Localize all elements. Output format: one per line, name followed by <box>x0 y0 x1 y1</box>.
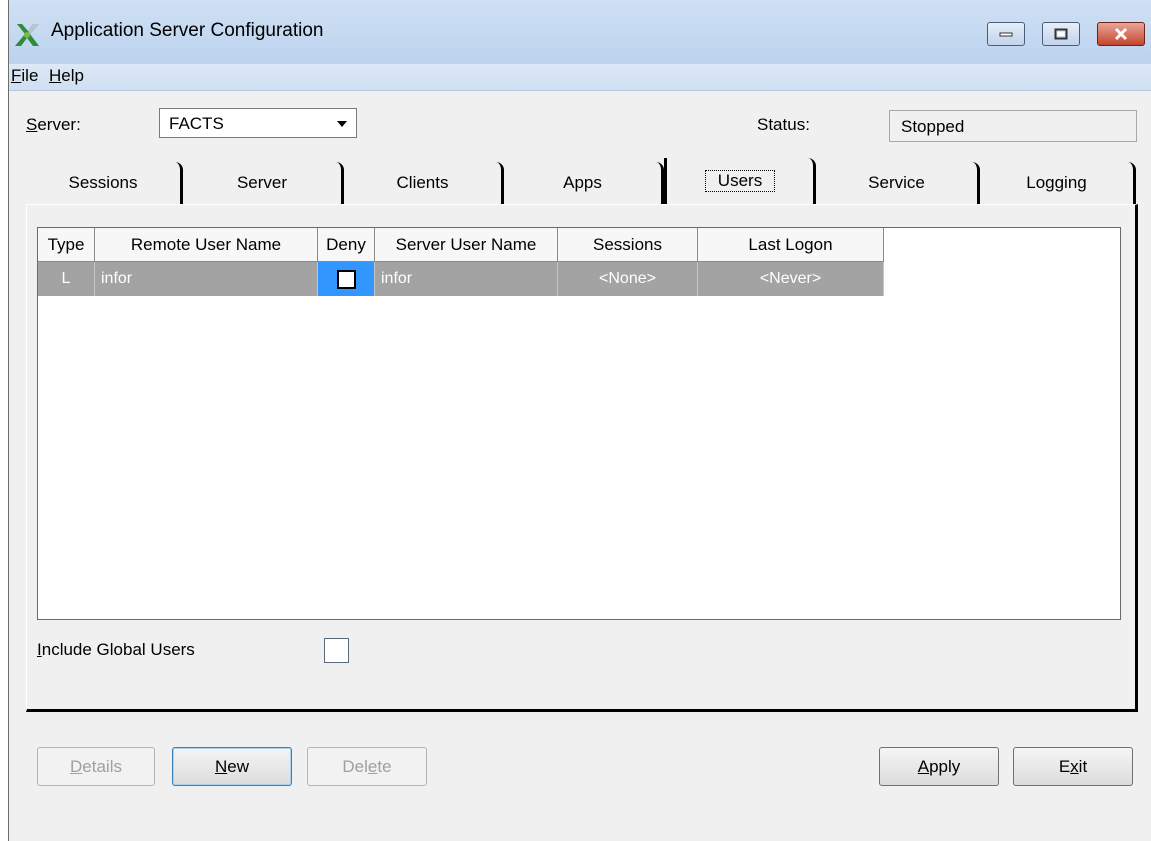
tab-users-label: Users <box>704 170 776 192</box>
tab-clients[interactable]: Clients <box>344 162 504 204</box>
exit-label-post: it <box>1078 756 1088 776</box>
menu-file[interactable]: File <box>7 66 42 86</box>
column-header-remote-user-name[interactable]: Remote User Name <box>95 228 318 262</box>
tab-users[interactable]: Users <box>664 158 816 204</box>
users-grid[interactable]: Type Remote User Name Deny Server User N… <box>37 227 1121 620</box>
new-button[interactable]: New <box>172 747 292 786</box>
menu-file-label: ile <box>21 66 39 85</box>
tab-server[interactable]: Server <box>183 162 344 204</box>
app-window: Application Server Configuration File He… <box>8 0 1151 841</box>
details-label: etails <box>82 756 122 776</box>
column-header-sessions[interactable]: Sessions <box>558 228 698 262</box>
new-mnemonic: N <box>214 756 228 776</box>
details-mnemonic: D <box>70 756 83 776</box>
cell-server-user-name[interactable]: infor <box>375 262 558 296</box>
column-header-server-user-name[interactable]: Server User Name <box>375 228 558 262</box>
window-title: Application Server Configuration <box>51 20 324 41</box>
tab-server-label: Server <box>236 173 288 192</box>
menu-help[interactable]: Help <box>45 66 88 86</box>
server-label-mnemonic: S <box>26 115 38 134</box>
exit-mnemonic: x <box>1070 756 1079 776</box>
column-header-type[interactable]: Type <box>38 228 95 262</box>
tab-service[interactable]: Service <box>816 162 980 204</box>
status-value: Stopped <box>901 117 965 136</box>
delete-label-pre: Del <box>342 756 368 776</box>
tab-clients-label: Clients <box>396 173 449 192</box>
exit-button[interactable]: Ex it <box>1013 747 1133 786</box>
maximize-icon <box>1043 23 1079 45</box>
cell-remote-user-name[interactable]: infor <box>95 262 318 296</box>
deny-checkbox[interactable] <box>336 269 356 289</box>
include-global-users-text: nclude Global Users <box>41 640 195 659</box>
exit-label-pre: E <box>1058 756 1071 776</box>
apply-label: pply <box>929 756 961 776</box>
column-header-last-logon[interactable]: Last Logon <box>698 228 884 262</box>
server-dropdown-value: FACTS <box>169 114 224 133</box>
tab-logging[interactable]: Logging <box>980 162 1136 204</box>
delete-label-post: te <box>377 756 392 776</box>
apply-mnemonic: A <box>917 756 930 776</box>
chevron-down-icon[interactable] <box>337 121 347 127</box>
menu-bar: File Help <box>9 64 1151 91</box>
details-button[interactable]: Details <box>37 747 155 786</box>
server-dropdown[interactable]: FACTS <box>159 108 357 138</box>
status-field: Stopped <box>889 110 1137 142</box>
server-label-text: erver: <box>37 115 81 134</box>
minimize-button[interactable] <box>987 22 1025 46</box>
delete-button[interactable]: Del e te <box>307 747 427 786</box>
menu-help-label: elp <box>61 66 84 85</box>
tab-apps-label: Apps <box>563 173 602 192</box>
status-label: Status: <box>757 115 810 134</box>
new-label: ew <box>227 756 249 776</box>
app-icon <box>15 24 39 46</box>
menu-help-mnemonic: H <box>49 66 62 85</box>
close-icon <box>1098 23 1144 45</box>
tab-sessions-label: Sessions <box>68 173 138 192</box>
maximize-button[interactable] <box>1042 22 1080 46</box>
column-header-deny[interactable]: Deny <box>318 228 375 262</box>
title-bar[interactable]: Application Server Configuration <box>9 0 1151 64</box>
minimize-icon <box>988 23 1024 45</box>
include-global-users-checkbox[interactable] <box>324 638 349 663</box>
tab-logging-label: Logging <box>1026 173 1087 192</box>
delete-mnemonic: e <box>367 756 378 776</box>
server-label: Server: <box>26 115 81 135</box>
menu-file-mnemonic: F <box>11 66 22 85</box>
cell-type[interactable]: L <box>38 262 95 296</box>
tab-apps[interactable]: Apps <box>504 162 664 204</box>
tab-service-label: Service <box>868 173 925 192</box>
cell-sessions[interactable]: <None> <box>558 262 698 296</box>
close-window-button[interactable] <box>1097 22 1145 46</box>
cell-last-logon[interactable]: <Never> <box>698 262 884 296</box>
cell-deny[interactable] <box>318 262 375 296</box>
apply-button[interactable]: Apply <box>879 747 999 786</box>
tab-sessions[interactable]: Sessions <box>26 162 183 204</box>
include-global-users-label: Include Global Users <box>37 640 195 660</box>
